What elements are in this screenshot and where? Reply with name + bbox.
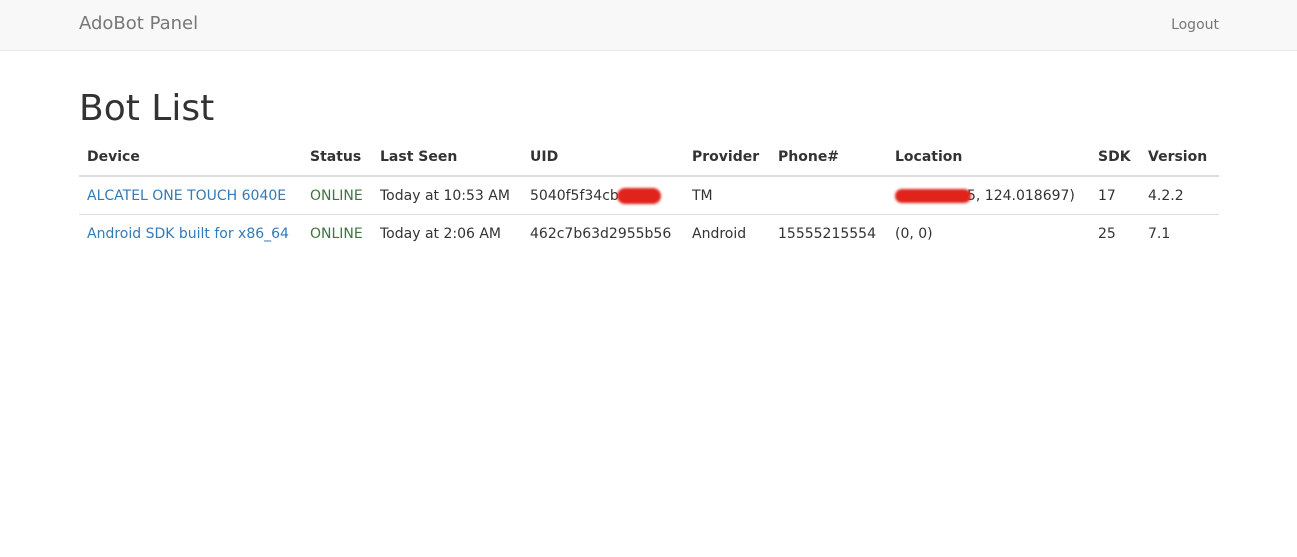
device-cell: Android SDK built for x86_64: [79, 215, 302, 253]
version-cell: 7.1: [1148, 226, 1171, 242]
status-cell: ONLINE: [310, 226, 363, 242]
column-header-sdk[interactable]: SDK: [1090, 139, 1140, 177]
column-header-last-seen[interactable]: Last Seen: [372, 139, 522, 177]
bot-table: Device Status Last Seen UID Provider Pho…: [79, 139, 1219, 252]
device-link[interactable]: ALCATEL ONE TOUCH 6040E: [87, 188, 286, 204]
column-header-device[interactable]: Device: [79, 139, 302, 177]
status-cell: ONLINE: [302, 176, 372, 215]
main-container: Bot List Device Status Last Seen UID Pro…: [79, 51, 1219, 252]
column-header-provider[interactable]: Provider: [684, 139, 770, 177]
sdk-cell: 25: [1098, 226, 1116, 242]
column-header-location[interactable]: Location: [887, 139, 1090, 177]
brand-link[interactable]: AdoBot Panel: [79, 14, 198, 34]
uid-cell: 462c7b63d2955b56: [530, 226, 672, 242]
table-row: ALCATEL ONE TOUCH 6040E ONLINE Today at …: [79, 176, 1219, 215]
redaction-mark: [895, 189, 971, 203]
column-header-version[interactable]: Version: [1140, 139, 1219, 177]
location-cell: (0, 0): [895, 226, 933, 242]
location-cell: 5, 124.018697): [887, 176, 1090, 215]
location-text: 5, 124.018697): [967, 188, 1075, 204]
phone-cell: 15555215554: [778, 226, 876, 242]
version-cell: 4.2.2: [1140, 176, 1219, 215]
table-header-row: Device Status Last Seen UID Provider Pho…: [79, 139, 1219, 177]
column-header-phone[interactable]: Phone#: [770, 139, 887, 177]
page-title: Bot List: [79, 88, 215, 129]
top-navbar: AdoBot Panel Logout: [0, 0, 1297, 51]
last-seen-cell: Today at 10:53 AM: [372, 176, 522, 215]
redaction-mark: [616, 188, 661, 204]
provider-cell: Android: [692, 226, 747, 242]
logout-link[interactable]: Logout: [1171, 17, 1219, 33]
provider-cell: TM: [684, 176, 770, 215]
column-header-status[interactable]: Status: [302, 139, 372, 177]
column-header-uid[interactable]: UID: [522, 139, 684, 177]
last-seen-cell: Today at 2:06 AM: [380, 226, 502, 242]
phone-cell: [770, 176, 887, 215]
device-cell: ALCATEL ONE TOUCH 6040E: [79, 176, 302, 215]
uid-text: 5040f5f34cb: [530, 188, 619, 204]
table-row: Android SDK built for x86_64 ONLINE Toda…: [79, 215, 1219, 253]
sdk-cell: 17: [1090, 176, 1140, 215]
uid-cell: 5040f5f34cb: [522, 176, 684, 215]
device-link[interactable]: Android SDK built for x86_64: [87, 226, 289, 242]
